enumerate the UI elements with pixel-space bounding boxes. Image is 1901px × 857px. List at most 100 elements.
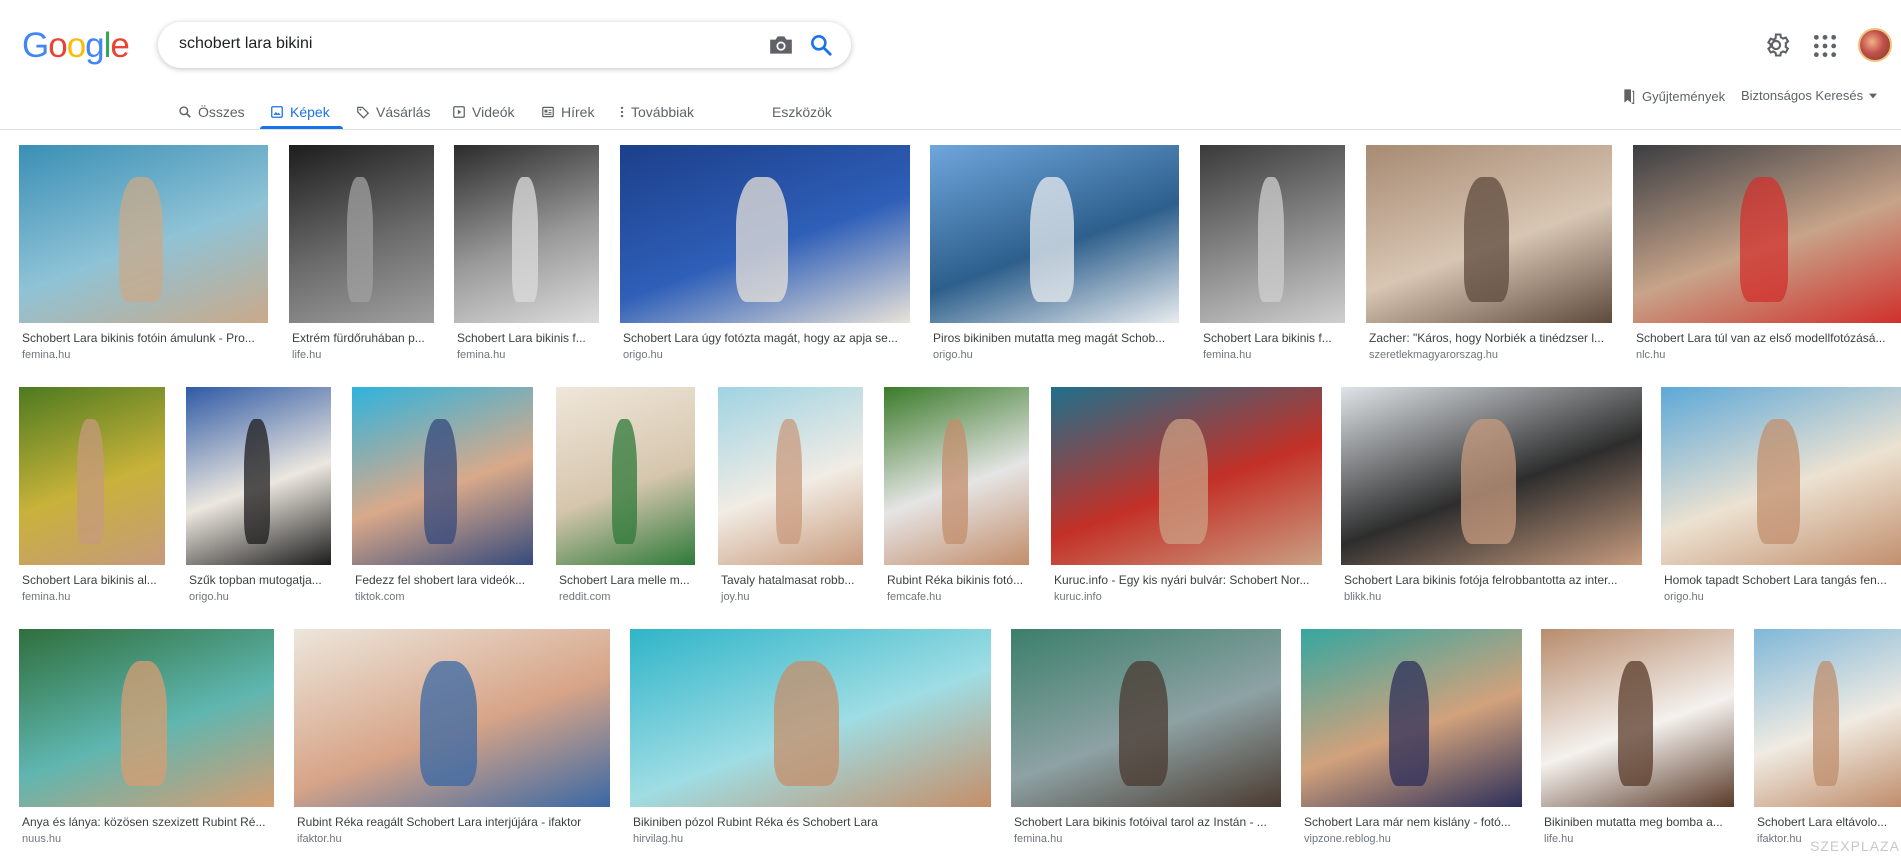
image-result[interactable]: Schobert Lara bikinis fotóival tarol az … [1011, 629, 1281, 849]
result-source[interactable]: hirvilag.hu [633, 833, 683, 845]
result-title[interactable]: Szűk topban mutogatja... [189, 573, 330, 587]
result-thumbnail[interactable] [19, 387, 165, 565]
tab-videos[interactable]: Videók [452, 98, 515, 126]
result-source[interactable]: femina.hu [22, 591, 70, 603]
image-result[interactable]: Schobert Lara túl van az első modellfotó… [1633, 145, 1901, 365]
result-title[interactable]: Fedezz fel shobert lara videók... [355, 573, 532, 587]
result-title[interactable]: Schobert Lara bikinis fotója felrobbanto… [1344, 573, 1641, 587]
result-source[interactable]: kuruc.info [1054, 591, 1102, 603]
result-title[interactable]: Schobert Lara bikinis f... [1203, 331, 1344, 345]
apps-grid-icon[interactable] [1812, 33, 1838, 59]
image-result[interactable]: Rubint Réka bikinis fotó... femcafe.hu [884, 387, 1029, 607]
tab-news[interactable]: Hírek [541, 98, 594, 126]
image-result[interactable]: Fedezz fel shobert lara videók... tiktok.… [352, 387, 533, 607]
result-thumbnail[interactable] [1633, 145, 1901, 323]
result-thumbnail[interactable] [630, 629, 991, 807]
image-result[interactable]: Schobert Lara már nem kislány - fotó... v… [1301, 629, 1522, 849]
image-result[interactable]: Extrém fürdőruhában p... life.hu [289, 145, 434, 365]
result-thumbnail[interactable] [556, 387, 695, 565]
result-thumbnail[interactable] [1011, 629, 1281, 807]
tab-images[interactable]: Képek [270, 98, 330, 126]
result-thumbnail[interactable] [1200, 145, 1345, 323]
google-logo[interactable]: Google [22, 26, 130, 66]
result-title[interactable]: Bikiniben pózol Rubint Réka és Schobert … [633, 815, 990, 829]
image-result[interactable]: Piros bikiniben mutatta meg magát Schob.… [930, 145, 1179, 365]
result-title[interactable]: Extrém fürdőruhában p... [292, 331, 433, 345]
result-title[interactable]: Zacher: "Káros, hogy Norbiék a tinédzser… [1369, 331, 1611, 345]
result-title[interactable]: Kuruc.info - Egy kis nyári bulvár: Schob… [1054, 573, 1321, 587]
result-thumbnail[interactable] [718, 387, 863, 565]
result-source[interactable]: life.hu [292, 349, 321, 361]
result-source[interactable]: blikk.hu [1344, 591, 1381, 603]
result-thumbnail[interactable] [352, 387, 533, 565]
result-source[interactable]: reddit.com [559, 591, 610, 603]
image-result[interactable]: Kuruc.info - Egy kis nyári bulvár: Schob… [1051, 387, 1322, 607]
result-thumbnail[interactable] [930, 145, 1179, 323]
search-input[interactable]: schobert lara bikini [179, 35, 312, 53]
result-source[interactable]: femina.hu [457, 349, 505, 361]
result-title[interactable]: Bikiniben mutatta meg bomba a... [1544, 815, 1733, 829]
result-source[interactable]: tiktok.com [355, 591, 405, 603]
result-title[interactable]: Anya és lánya: közösen szexizett Rubint … [22, 815, 273, 829]
result-thumbnail[interactable] [1051, 387, 1322, 565]
image-result[interactable]: Bikiniben pózol Rubint Réka és Schobert … [630, 629, 991, 849]
image-result[interactable]: Schobert Lara bikinis f... femina.hu [1200, 145, 1345, 365]
result-title[interactable]: Schobert Lara bikinis fotóival tarol az … [1014, 815, 1280, 829]
result-thumbnail[interactable] [294, 629, 610, 807]
result-thumbnail[interactable] [1341, 387, 1642, 565]
result-title[interactable]: Rubint Réka bikinis fotó... [887, 573, 1028, 587]
result-title[interactable]: Tavaly hatalmasat robb... [721, 573, 862, 587]
image-result[interactable]: Schobert Lara melle m... reddit.com [556, 387, 695, 607]
result-source[interactable]: femina.hu [1014, 833, 1062, 845]
result-source[interactable]: ifaktor.hu [1757, 833, 1802, 845]
result-source[interactable]: ifaktor.hu [297, 833, 342, 845]
tab-shopping[interactable]: Vásárlás [356, 98, 430, 126]
result-title[interactable]: Schobert Lara már nem kislány - fotó... [1304, 815, 1521, 829]
result-source[interactable]: nlc.hu [1636, 349, 1665, 361]
result-title[interactable]: Schobert Lara úgy fotózta magát, hogy az… [623, 331, 909, 345]
tab-more[interactable]: Továbbiak [619, 98, 694, 126]
collections-link[interactable]: Gyűjtemények [1622, 88, 1725, 104]
result-source[interactable]: femina.hu [22, 349, 70, 361]
result-title[interactable]: Rubint Réka reagált Schobert Lara interj… [297, 815, 609, 829]
image-result[interactable]: Zacher: "Káros, hogy Norbiék a tinédzser… [1366, 145, 1612, 365]
tools-button[interactable]: Eszközök [772, 98, 832, 126]
image-result[interactable]: Rubint Réka reagált Schobert Lara interj… [294, 629, 610, 849]
image-result[interactable]: Schobert Lara bikinis al... femina.hu [19, 387, 165, 607]
result-title[interactable]: Schobert Lara bikinis f... [457, 331, 598, 345]
result-source[interactable]: nuus.hu [22, 833, 61, 845]
search-icon[interactable] [808, 32, 834, 58]
result-thumbnail[interactable] [620, 145, 910, 323]
image-result[interactable]: Anya és lánya: közösen szexizett Rubint … [19, 629, 274, 849]
result-title[interactable]: Piros bikiniben mutatta meg magát Schob.… [933, 331, 1178, 345]
result-source[interactable]: joy.hu [721, 591, 750, 603]
image-result[interactable]: Bikiniben mutatta meg bomba a... life.hu [1541, 629, 1734, 849]
image-result[interactable]: Homok tapadt Schobert Lara tangás fen...… [1661, 387, 1901, 607]
image-result[interactable]: Schobert Lara úgy fotózta magát, hogy az… [620, 145, 910, 365]
result-source[interactable]: origo.hu [623, 349, 663, 361]
gear-icon[interactable] [1762, 31, 1790, 59]
result-title[interactable]: Schobert Lara melle m... [559, 573, 694, 587]
result-thumbnail[interactable] [884, 387, 1029, 565]
result-source[interactable]: life.hu [1544, 833, 1573, 845]
result-source[interactable]: szeretlekmagyarorszag.hu [1369, 349, 1498, 361]
result-title[interactable]: Schobert Lara túl van az első modellfotó… [1636, 331, 1900, 345]
result-thumbnail[interactable] [289, 145, 434, 323]
image-result[interactable]: Schobert Lara eltávolo... ifaktor.hu [1754, 629, 1901, 849]
result-title[interactable]: Schobert Lara bikinis al... [22, 573, 164, 587]
result-source[interactable]: vipzone.reblog.hu [1304, 833, 1391, 845]
image-result[interactable]: Schobert Lara bikinis fotója felrobbanto… [1341, 387, 1642, 607]
result-thumbnail[interactable] [1754, 629, 1901, 807]
camera-icon[interactable] [768, 33, 794, 57]
result-thumbnail[interactable] [1301, 629, 1522, 807]
result-source[interactable]: femina.hu [1203, 349, 1251, 361]
result-title[interactable]: Schobert Lara bikinis fotóin ámulunk - P… [22, 331, 267, 345]
result-title[interactable]: Homok tapadt Schobert Lara tangás fen... [1664, 573, 1900, 587]
result-source[interactable]: origo.hu [933, 349, 973, 361]
result-thumbnail[interactable] [1366, 145, 1612, 323]
image-result[interactable]: Szűk topban mutogatja... origo.hu [186, 387, 331, 607]
result-thumbnail[interactable] [1541, 629, 1734, 807]
result-source[interactable]: origo.hu [189, 591, 229, 603]
image-result[interactable]: Tavaly hatalmasat robb... joy.hu [718, 387, 863, 607]
result-source[interactable]: femcafe.hu [887, 591, 941, 603]
